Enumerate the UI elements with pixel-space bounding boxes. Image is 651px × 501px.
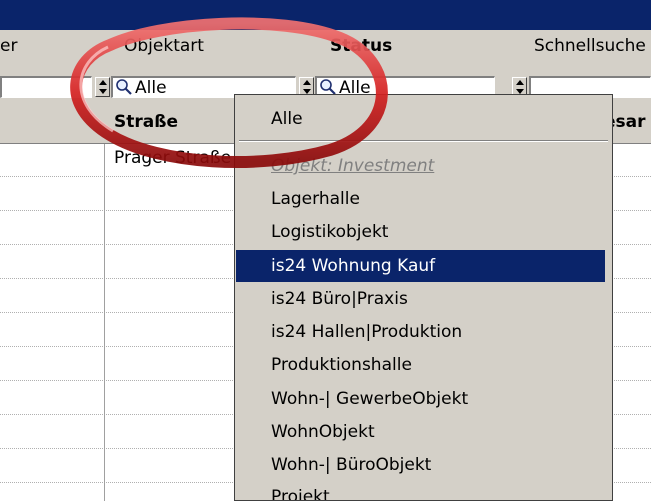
dropdown-option[interactable]: Wohn-| BüroObjekt: [236, 449, 605, 481]
dropdown-option[interactable]: Logistikobjekt: [236, 216, 605, 248]
dropdown-option[interactable]: is24 Wohnung Kauf: [236, 250, 605, 282]
column-header-strasse[interactable]: Straße: [114, 112, 178, 132]
filter-labels-row: er Objektart Status Schnellsuche: [0, 30, 651, 74]
dropdown-separator: [239, 140, 608, 142]
objektart-dropdown-list[interactable]: Alle Objekt: Investment Lagerhalle Logistik…: [234, 94, 613, 501]
window-titlebar: [0, 0, 651, 30]
dropdown-option[interactable]: Wohn-| GewerbeObjekt: [236, 383, 605, 415]
filter-label-partial: er: [0, 36, 18, 56]
dropdown-option[interactable]: Projekt: [236, 481, 605, 500]
objektart-spin-button[interactable]: [95, 77, 110, 97]
filter-label-schnellsuche: Schnellsuche: [534, 36, 646, 56]
filter-label-objektart: Objektart: [124, 36, 204, 56]
filter-input-left[interactable]: [0, 76, 92, 98]
grid-column-separator: [104, 144, 105, 501]
dropdown-option[interactable]: Lagerhalle: [236, 183, 605, 215]
dropdown-option[interactable]: WohnObjekt: [236, 416, 605, 448]
search-icon: [116, 79, 132, 95]
dropdown-option[interactable]: Produktionshalle: [236, 349, 605, 381]
dropdown-option[interactable]: Alle: [236, 103, 605, 135]
dropdown-option[interactable]: is24 Hallen|Produktion: [236, 316, 605, 348]
objektart-value: Alle: [135, 78, 167, 98]
filter-label-status: Status: [330, 36, 393, 56]
dropdown-group-header: Objekt: Investment: [271, 156, 435, 176]
table-row-street-cell[interactable]: Prager Straße: [114, 148, 231, 168]
dropdown-option[interactable]: is24 Büro|Praxis: [236, 283, 605, 315]
